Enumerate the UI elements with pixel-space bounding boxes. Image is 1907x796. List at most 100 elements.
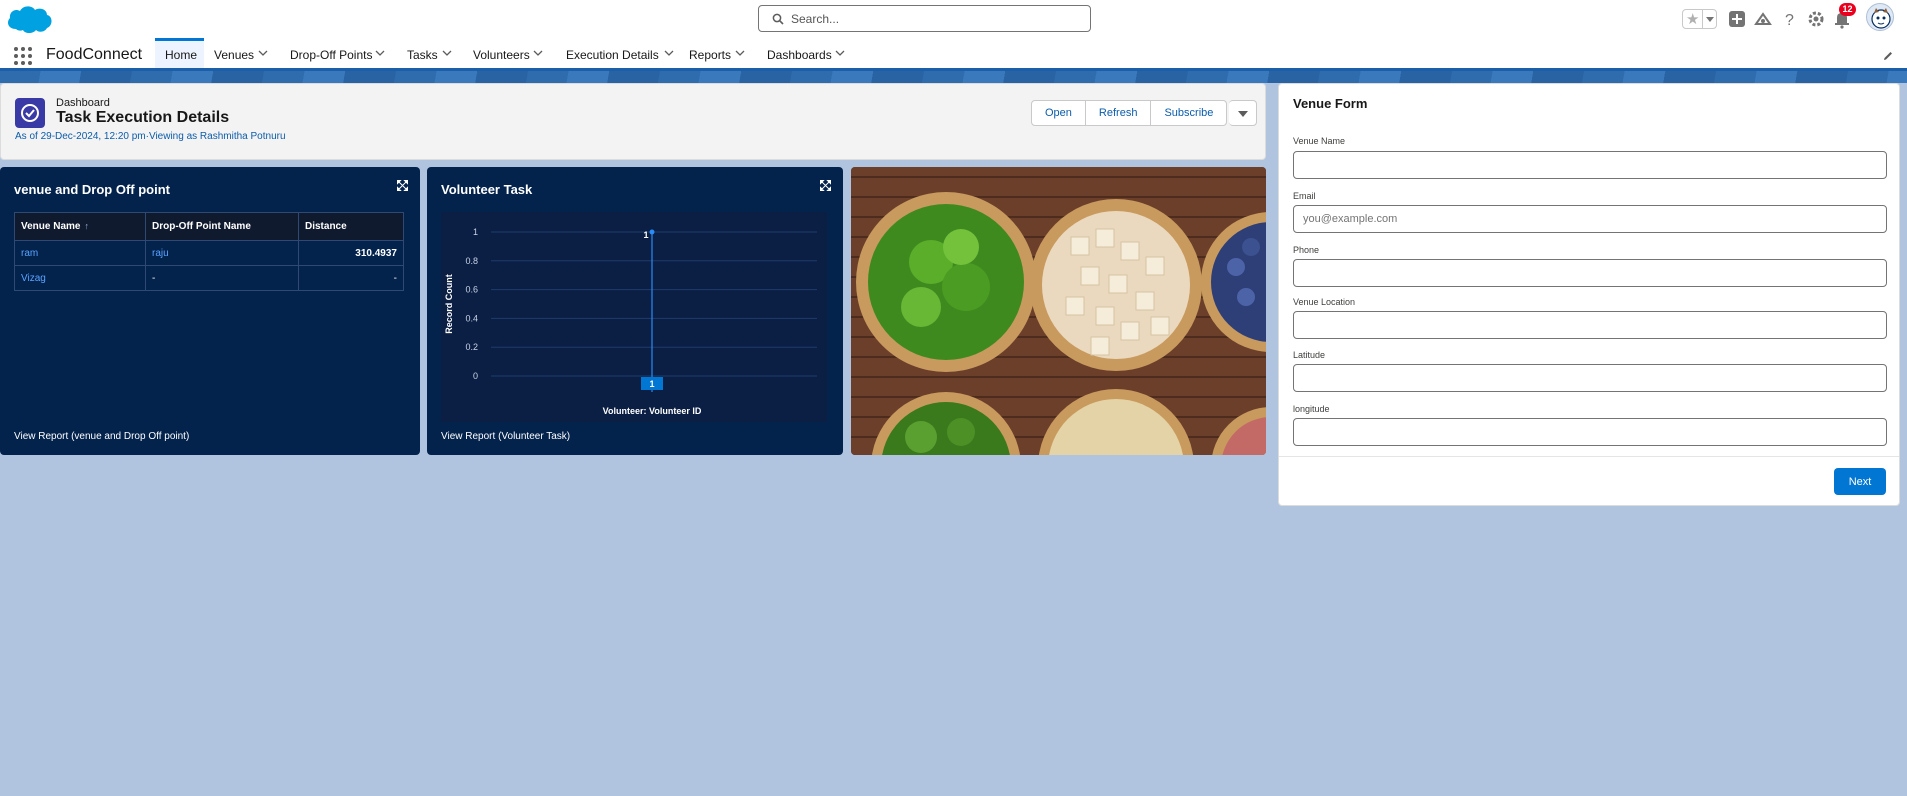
- y-tick-label: 0.2: [465, 342, 478, 352]
- edit-nav-pencil-icon[interactable]: [1882, 50, 1894, 62]
- venue-form: Venue Form Venue Name Email Phone Venue …: [1278, 83, 1900, 506]
- global-actions-add-icon[interactable]: [1727, 9, 1747, 29]
- table-row: ram raju 310.4937: [14, 240, 404, 266]
- refresh-button[interactable]: Refresh: [1085, 100, 1152, 126]
- salesforce-logo-icon[interactable]: [4, 2, 54, 36]
- nav-tab-label: Reports: [689, 48, 732, 62]
- food-bowls-image: [851, 167, 1266, 455]
- more-actions-dropdown-button[interactable]: [1229, 100, 1258, 126]
- latitude-field[interactable]: [1293, 364, 1887, 392]
- nav-tab-label: Tasks: [407, 48, 438, 62]
- nav-tab-drop-off-points[interactable]: Drop-Off Points: [280, 38, 388, 68]
- widget-title: Volunteer Task: [441, 182, 533, 197]
- longitude-field[interactable]: [1293, 418, 1887, 446]
- distance-cell: 310.4937: [298, 240, 404, 266]
- y-tick-label: 0.4: [465, 313, 478, 323]
- app-name: FoodConnect: [46, 46, 143, 63]
- phone-field[interactable]: [1293, 259, 1887, 287]
- nav-tab-home[interactable]: Home: [155, 38, 204, 68]
- nav-tab-execution-details[interactable]: Execution Details: [556, 38, 681, 68]
- x-axis-label: Volunteer: Volunteer ID: [603, 406, 702, 416]
- email-field[interactable]: [1293, 205, 1887, 233]
- dashboard-type-label: Dashboard: [56, 97, 110, 109]
- x-tick-label: 1: [649, 379, 654, 389]
- subscribe-button[interactable]: Subscribe: [1151, 100, 1228, 126]
- column-header-drop-off-point[interactable]: Drop-Off Point Name: [145, 212, 299, 241]
- venue-location-field[interactable]: [1293, 311, 1887, 339]
- volunteer-task-widget: Volunteer Task 1 0.8 0.6 0.4 0.2 0 Record Coun…: [427, 167, 843, 455]
- expand-icon[interactable]: [397, 180, 408, 191]
- chevron-down-icon[interactable]: [735, 49, 745, 57]
- view-report-link[interactable]: View Report (venue and Drop Off point): [14, 431, 189, 442]
- form-divider: [1279, 456, 1899, 457]
- chevron-down-icon[interactable]: [442, 49, 452, 57]
- chevron-down-icon[interactable]: [533, 49, 543, 57]
- view-report-link[interactable]: View Report (Volunteer Task): [441, 431, 570, 442]
- y-tick-label: 0: [473, 371, 478, 381]
- table-header-row: Venue Name ↑ Drop-Off Point Name Distance: [14, 212, 404, 241]
- dashboard-header: Dashboard Task Execution Details As of 2…: [0, 83, 1266, 160]
- longitude-label: longitude: [1293, 404, 1330, 414]
- y-tick-label: 1: [473, 227, 478, 237]
- email-label: Email: [1293, 191, 1316, 201]
- help-icon[interactable]: ?: [1780, 9, 1800, 29]
- distance-cell: -: [298, 265, 404, 291]
- chevron-down-icon[interactable]: [664, 49, 674, 57]
- report-table: Venue Name ↑ Drop-Off Point Name Distance…: [14, 212, 404, 291]
- venue-name-link[interactable]: ram: [14, 240, 146, 266]
- expand-icon[interactable]: [820, 180, 831, 191]
- next-button[interactable]: Next: [1834, 468, 1886, 495]
- drop-off-point-link[interactable]: raju: [145, 240, 299, 266]
- search-icon: [772, 13, 784, 25]
- column-header-distance[interactable]: Distance: [298, 212, 404, 241]
- favorites-dropdown-icon[interactable]: [1702, 10, 1716, 28]
- sort-ascending-icon[interactable]: ↑: [84, 221, 89, 231]
- column-header-label: Venue Name: [21, 221, 81, 232]
- data-label: 1: [643, 230, 648, 240]
- chevron-down-icon[interactable]: [835, 49, 845, 57]
- search-input[interactable]: [791, 9, 1081, 28]
- global-header: ★ ? 12: [0, 0, 1907, 38]
- chart-area: 1 0.8 0.6 0.4 0.2 0 Record Count Volunteer: Vol…: [441, 212, 827, 422]
- chevron-down-icon[interactable]: [375, 49, 385, 57]
- user-avatar[interactable]: [1866, 3, 1894, 31]
- svg-text:?: ?: [1785, 12, 1794, 29]
- dashboard-action-buttons: Open Refresh Subscribe: [1031, 100, 1258, 126]
- chevron-down-icon[interactable]: [258, 49, 268, 57]
- dashboard-as-of-text: As of 29-Dec-2024, 12:20 pm·Viewing as R…: [15, 131, 286, 142]
- phone-label: Phone: [1293, 245, 1320, 255]
- nav-tab-label: Execution Details: [566, 48, 659, 62]
- setup-gear-icon[interactable]: [1806, 9, 1826, 29]
- trailhead-guidance-icon[interactable]: [1753, 9, 1773, 29]
- open-button[interactable]: Open: [1031, 100, 1086, 126]
- widget-title: venue and Drop Off point: [14, 182, 170, 197]
- nav-tab-tasks[interactable]: Tasks: [397, 38, 459, 68]
- nav-tab-label: Home: [165, 48, 198, 62]
- venue-name-link[interactable]: Vizag: [14, 265, 146, 291]
- drop-off-point-cell: -: [145, 265, 299, 291]
- app-navigation-bar: FoodConnect Home Venues Drop-Off Points …: [0, 38, 1907, 71]
- nav-tab-dashboards[interactable]: Dashboards: [757, 38, 857, 68]
- nav-tab-venues[interactable]: Venues: [204, 38, 272, 68]
- y-axis-label: Record Count: [444, 274, 454, 334]
- form-title: Venue Form: [1293, 96, 1368, 111]
- global-search[interactable]: [758, 5, 1091, 32]
- page-banner-stripe: [0, 71, 1907, 83]
- venue-location-label: Venue Location: [1293, 297, 1356, 307]
- nav-tab-reports[interactable]: Reports: [679, 38, 754, 68]
- nav-tab-label: Volunteers: [473, 48, 530, 62]
- app-launcher-waffle-icon[interactable]: [14, 47, 32, 65]
- data-point: [649, 229, 655, 235]
- notification-count-badge: 12: [1839, 3, 1856, 16]
- column-header-venue-name[interactable]: Venue Name ↑: [14, 212, 146, 241]
- table-row: Vizag - -: [14, 265, 404, 291]
- y-tick-label: 0.6: [465, 285, 478, 295]
- page-title: Task Execution Details: [56, 109, 230, 126]
- favorites-button[interactable]: ★: [1682, 9, 1717, 29]
- dashboard-gauge-icon: [15, 98, 45, 128]
- nav-tab-label: Venues: [214, 48, 255, 62]
- nav-tab-label: Dashboards: [767, 48, 832, 62]
- venue-name-field[interactable]: [1293, 151, 1887, 179]
- nav-tab-volunteers[interactable]: Volunteers: [463, 38, 549, 68]
- astro-avatar-icon: [1871, 8, 1891, 29]
